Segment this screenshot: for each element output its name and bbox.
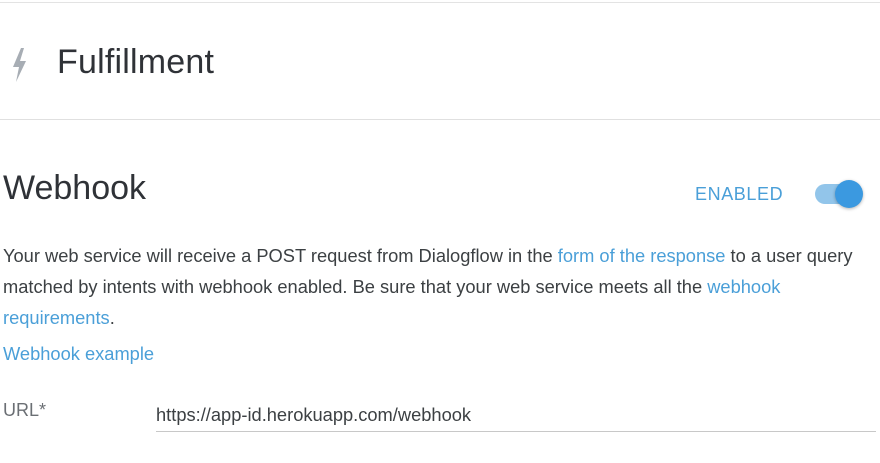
page-title: Fulfillment <box>57 43 215 81</box>
webhook-description: Your web service will receive a POST req… <box>3 240 875 333</box>
url-field-label: URL* <box>3 400 47 420</box>
webhook-section-title: Webhook <box>3 169 147 207</box>
toggle-thumb <box>835 180 863 208</box>
webhook-enabled-toggle[interactable] <box>815 180 867 208</box>
lightning-bolt-icon <box>13 48 26 82</box>
form-of-response-link[interactable]: form of the response <box>558 245 726 266</box>
description-text-3: . <box>109 307 115 328</box>
header-divider <box>0 119 880 120</box>
url-input[interactable] <box>156 394 876 432</box>
webhook-status-label: ENABLED <box>695 184 784 204</box>
description-text-1: Your web service will receive a POST req… <box>3 245 558 266</box>
page-header: Fulfillment <box>0 3 880 119</box>
webhook-example-link[interactable]: Webhook example <box>3 343 154 365</box>
